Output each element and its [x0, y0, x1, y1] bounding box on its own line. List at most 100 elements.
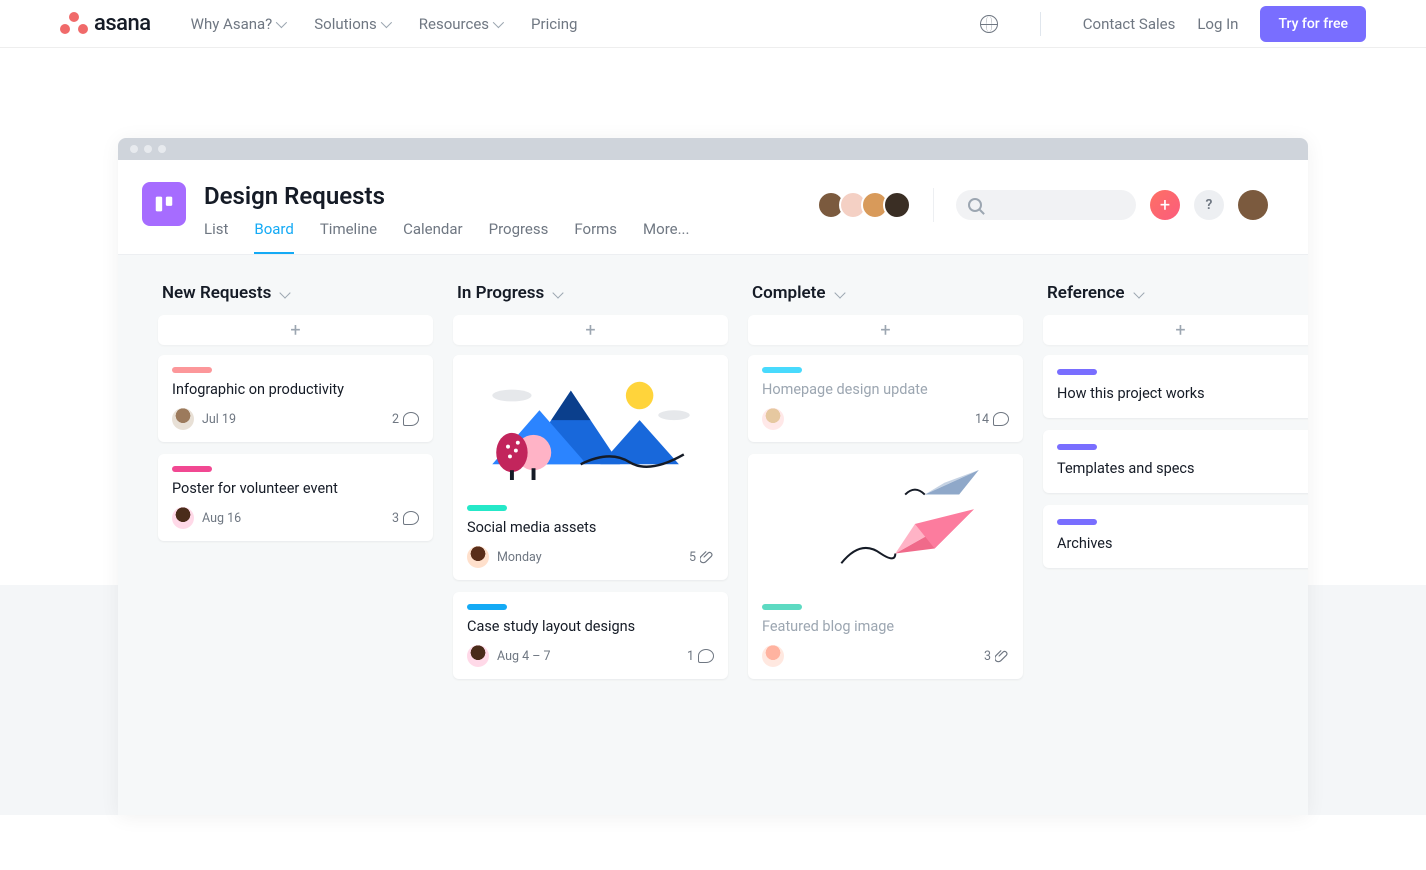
card-date: Aug 4 – 7 — [497, 649, 551, 664]
window-titlebar — [118, 138, 1308, 160]
card-title: Infographic on productivity — [172, 381, 419, 398]
tab-more[interactable]: More... — [643, 220, 689, 254]
add-card-button[interactable]: + — [453, 315, 728, 345]
avatar — [883, 191, 911, 219]
task-card[interactable]: Templates and specs — [1043, 430, 1308, 493]
add-card-button[interactable]: + — [748, 315, 1023, 345]
task-card[interactable]: Infographic on productivity Jul 192 — [158, 355, 433, 442]
card-footer: Aug 163 — [172, 507, 419, 529]
window-dot — [158, 145, 166, 153]
nav-solutions[interactable]: Solutions — [314, 15, 389, 33]
assignee-avatar — [172, 507, 194, 529]
tab-list[interactable]: List — [204, 220, 228, 254]
column-title: Reference — [1047, 283, 1125, 303]
site-nav: asana Why Asana? Solutions Resources Pri… — [0, 0, 1426, 48]
card-footer: Aug 4 – 7 1 — [467, 645, 714, 667]
tab-progress[interactable]: Progress — [489, 220, 549, 254]
card-title: Case study layout designs — [467, 618, 714, 635]
board-column: Complete + Homepage design update 14 Feature… — [748, 283, 1023, 691]
project-main: Design Requests List Board Timeline Cale… — [204, 182, 799, 254]
card-title: Homepage design update — [762, 381, 1009, 398]
comment-icon — [993, 412, 1009, 426]
comment-icon — [403, 511, 419, 525]
nav-resources[interactable]: Resources — [419, 15, 501, 33]
current-user-avatar[interactable] — [1238, 190, 1268, 220]
help-button[interactable]: ? — [1194, 190, 1224, 220]
task-card[interactable]: How this project works — [1043, 355, 1308, 418]
board-column: Reference + How this project works Template… — [1043, 283, 1308, 580]
asana-logo-icon — [60, 12, 88, 36]
add-card-button[interactable]: + — [158, 315, 433, 345]
search-input[interactable] — [956, 190, 1136, 220]
card-footer: 3 — [762, 645, 1009, 667]
comment-count: 14 — [975, 412, 1009, 427]
column-header[interactable]: In Progress — [453, 283, 728, 303]
card-tag — [1057, 369, 1097, 375]
chevron-down-icon — [493, 16, 504, 27]
comment-icon — [403, 412, 419, 426]
chevron-down-icon — [1133, 287, 1144, 298]
globe-icon[interactable] — [980, 15, 998, 33]
card-footer: Monday5 — [467, 546, 714, 568]
asana-logo[interactable]: asana — [60, 11, 151, 36]
task-card[interactable]: Social media assets Monday5 — [453, 355, 728, 580]
board: New Requests + Infographic on productivity… — [118, 255, 1308, 815]
search-icon — [968, 198, 982, 212]
board-column: New Requests + Infographic on productivity… — [158, 283, 433, 553]
member-avatars[interactable] — [817, 191, 911, 219]
header-right: + ? — [817, 188, 1268, 222]
chevron-down-icon — [276, 16, 287, 27]
chevron-down-icon — [381, 16, 392, 27]
card-title: Social media assets — [467, 519, 714, 536]
column-header[interactable]: New Requests — [158, 283, 433, 303]
comment-icon — [698, 649, 714, 663]
column-header[interactable]: Complete — [748, 283, 1023, 303]
chevron-down-icon — [834, 287, 845, 298]
task-card[interactable]: Archives — [1043, 505, 1308, 568]
card-tag — [172, 367, 212, 373]
nav-why-asana[interactable]: Why Asana? — [191, 15, 285, 33]
card-date: Jul 19 — [202, 412, 236, 427]
add-card-button[interactable]: + — [1043, 315, 1308, 345]
paperclip-icon — [700, 550, 714, 564]
nav-pricing[interactable]: Pricing — [531, 15, 577, 33]
tab-forms[interactable]: Forms — [574, 220, 617, 254]
card-tag — [1057, 519, 1097, 525]
task-card[interactable]: Homepage design update 14 — [748, 355, 1023, 442]
task-card[interactable]: Case study layout designs Aug 4 – 7 1 — [453, 592, 728, 679]
chevron-down-icon — [553, 287, 564, 298]
assignee-avatar — [467, 645, 489, 667]
comment-count: 1 — [687, 649, 714, 664]
board-column: In Progress + Social media assets Monday5 Ca… — [453, 283, 728, 691]
contact-sales-link[interactable]: Contact Sales — [1083, 15, 1176, 33]
paperclip-icon — [995, 649, 1009, 663]
card-footer: Jul 192 — [172, 408, 419, 430]
app-window: Design Requests List Board Timeline Cale… — [118, 138, 1308, 815]
task-card[interactable]: Featured blog image3 — [748, 454, 1023, 679]
assignee-avatar — [762, 645, 784, 667]
column-title: New Requests — [162, 283, 271, 303]
column-header[interactable]: Reference — [1043, 283, 1308, 303]
login-link[interactable]: Log In — [1197, 15, 1238, 33]
project-header: Design Requests List Board Timeline Cale… — [118, 160, 1308, 255]
card-cover-image — [453, 355, 728, 495]
project-icon[interactable] — [142, 182, 186, 226]
try-free-button[interactable]: Try for free — [1260, 6, 1366, 42]
window-dot — [130, 145, 138, 153]
asana-logo-text: asana — [94, 11, 151, 36]
add-button[interactable]: + — [1150, 190, 1180, 220]
attachment-count: 5 — [689, 550, 714, 565]
chevron-down-icon — [280, 287, 291, 298]
tab-board[interactable]: Board — [254, 220, 293, 254]
task-card[interactable]: Poster for volunteer event Aug 163 — [158, 454, 433, 541]
stage: Design Requests List Board Timeline Cale… — [0, 48, 1426, 815]
nav-links: Why Asana? Solutions Resources Pricing — [191, 15, 578, 33]
card-tag — [762, 367, 802, 373]
card-title: Poster for volunteer event — [172, 480, 419, 497]
tab-timeline[interactable]: Timeline — [320, 220, 377, 254]
tab-calendar[interactable]: Calendar — [403, 220, 463, 254]
card-title: Templates and specs — [1057, 460, 1304, 477]
card-tag — [1057, 444, 1097, 450]
card-date: Aug 16 — [202, 511, 241, 526]
column-title: In Progress — [457, 283, 544, 303]
